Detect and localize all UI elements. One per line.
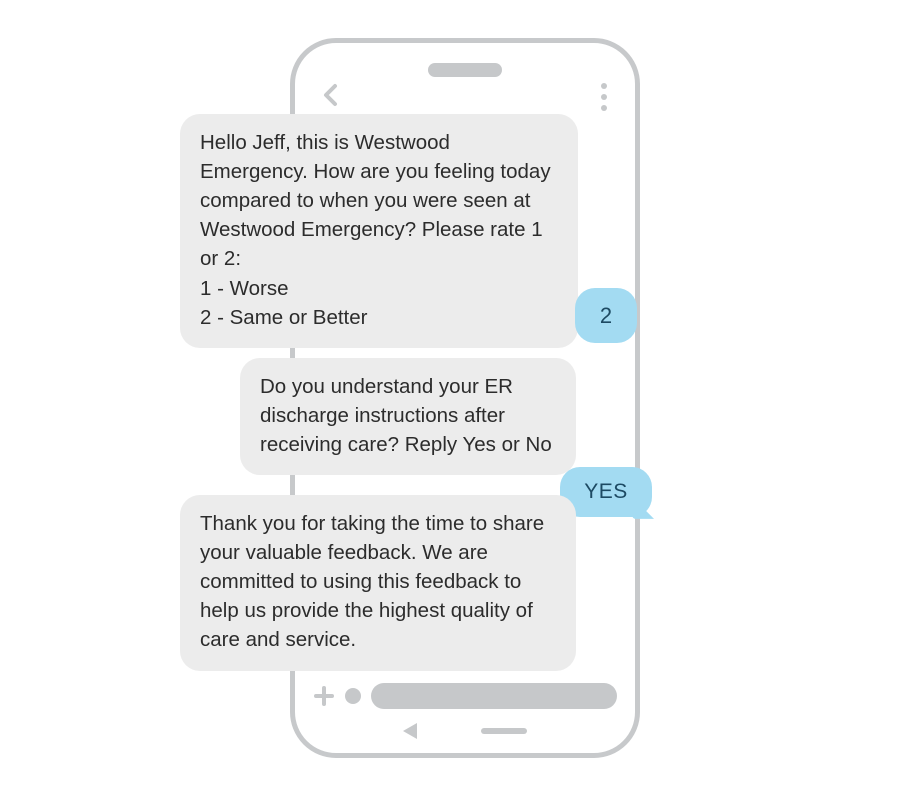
dot-icon bbox=[601, 94, 607, 100]
message-text: Do you understand your ER discharge inst… bbox=[260, 375, 552, 456]
back-button[interactable] bbox=[319, 83, 343, 107]
message-text: Thank you for taking the time to share y… bbox=[200, 512, 544, 651]
more-options-button[interactable] bbox=[595, 83, 613, 111]
nav-back-icon[interactable] bbox=[403, 723, 417, 739]
phone-notch bbox=[428, 63, 502, 77]
attach-button[interactable] bbox=[313, 685, 335, 707]
message-input-bar bbox=[313, 681, 617, 711]
received-message: Thank you for taking the time to share y… bbox=[180, 495, 576, 671]
dot-icon bbox=[601, 83, 607, 89]
sent-message: 2 bbox=[575, 288, 637, 343]
camera-button[interactable] bbox=[345, 688, 361, 704]
dot-icon bbox=[601, 105, 607, 111]
bubble-tail-icon bbox=[632, 497, 654, 519]
nav-home-icon[interactable] bbox=[481, 728, 527, 734]
message-text: Hello Jeff, this is Westwood Emergency. … bbox=[200, 131, 551, 329]
chevron-left-icon bbox=[319, 83, 343, 107]
received-message: Do you understand your ER discharge inst… bbox=[240, 358, 576, 475]
android-nav-bar bbox=[295, 721, 635, 741]
message-text: YES bbox=[584, 480, 628, 503]
message-text: 2 bbox=[600, 303, 612, 328]
message-input[interactable] bbox=[371, 683, 617, 709]
received-message: Hello Jeff, this is Westwood Emergency. … bbox=[180, 114, 578, 348]
